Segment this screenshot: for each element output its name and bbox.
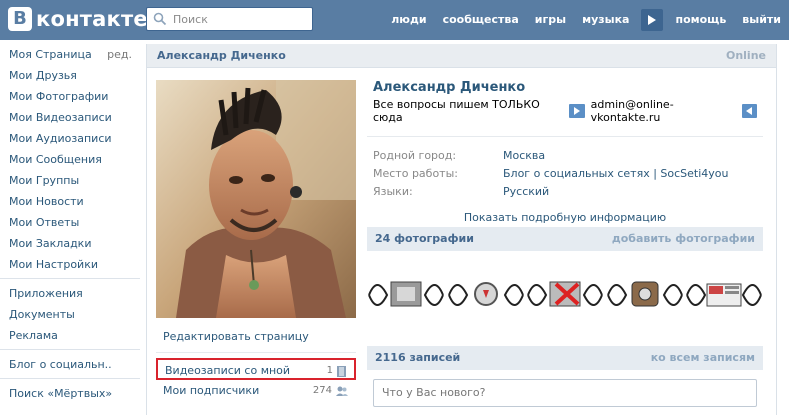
photos-strip	[367, 270, 763, 320]
info-row-work: Место работы: Блог о социальных сетях | …	[367, 165, 763, 183]
header-user-name: Александр Диченко	[157, 49, 286, 62]
nav-communities[interactable]: сообщества	[435, 0, 527, 40]
sidebar-item-answers[interactable]: Мои Ответы	[0, 212, 140, 233]
sidebar-item-videos[interactable]: Мои Видеозаписи	[0, 107, 140, 128]
nav-people[interactable]: люди	[383, 0, 434, 40]
all-posts-link[interactable]: ко всем записям	[651, 346, 755, 370]
sidebar-item-messages[interactable]: Мои Сообщения	[0, 149, 140, 170]
top-header: В контакте люди сообщества игры музыка п…	[0, 0, 789, 40]
sidebar-item-audio[interactable]: Мои Аудиозаписи	[0, 128, 140, 149]
subscribers-link[interactable]: Мои подписчики 274	[156, 380, 356, 402]
new-post-input[interactable]: Что у Вас нового?	[373, 379, 757, 407]
photo-thumbnail[interactable]	[526, 270, 604, 320]
sidebar-item-settings[interactable]: Мои Настройки	[0, 254, 140, 275]
sidebar-item-search-dead[interactable]: Поиск «Мёртвых»	[0, 383, 140, 404]
hometown-link[interactable]: Москва	[503, 147, 545, 165]
edit-page-link[interactable]: Редактировать страницу	[156, 326, 356, 348]
info-label: Место работы:	[373, 167, 458, 180]
subscribers-count-badge: 274	[313, 380, 348, 402]
sidebar-item-apps[interactable]: Приложения	[0, 283, 140, 304]
sidebar-divider	[0, 278, 140, 279]
profile-header-bar: Александр Диченко Online	[147, 44, 776, 68]
nav-games[interactable]: игры	[527, 0, 574, 40]
top-nav: люди сообщества игры музыка помощь выйти	[383, 0, 789, 40]
subscribers-count: 274	[312, 385, 332, 396]
sidebar-item-blog[interactable]: Блог о социальн..	[0, 354, 140, 375]
subscribers-label: Мои подписчики	[163, 384, 260, 397]
profile-actions: Редактировать страницу Видеозаписи со мн…	[156, 326, 356, 402]
info-divider	[367, 136, 763, 137]
sidebar-item-ads[interactable]: Реклама	[0, 325, 140, 346]
online-status: Online	[725, 49, 766, 62]
nav-help[interactable]: помощь	[667, 0, 734, 40]
photo-thumbnail[interactable]	[446, 270, 525, 320]
vk-logo[interactable]: В контакте	[8, 7, 148, 31]
photos-count-link[interactable]: 24 фотографии	[375, 227, 474, 251]
profile-avatar[interactable]	[156, 80, 356, 318]
profile-full-name: Александр Диченко	[373, 80, 526, 95]
info-row-hometown: Родной город: Москва	[367, 147, 763, 165]
add-photos-link[interactable]: добавить фотографии	[612, 227, 755, 251]
videos-count-badge: 1	[327, 360, 346, 382]
left-sidebar: Моя Страница ред. Мои Друзья Мои Фотогра…	[0, 44, 140, 404]
nav-logout[interactable]: выйти	[734, 0, 789, 40]
wall-block-header: 2116 записей ко всем записям	[367, 346, 763, 370]
sidebar-item-friends[interactable]: Мои Друзья	[0, 65, 140, 86]
photo-thumbnail[interactable]	[605, 270, 684, 320]
videos-with-me-label: Видеозаписи со мной	[165, 364, 291, 377]
sidebar-item-label: Моя Страница	[9, 48, 92, 61]
arrow-left-icon	[741, 104, 757, 118]
languages-link[interactable]: Русский	[503, 183, 549, 201]
sidebar-item-photos[interactable]: Мои Фотографии	[0, 86, 140, 107]
search-input[interactable]	[173, 12, 303, 26]
sidebar-divider	[0, 349, 140, 350]
sidebar-divider	[0, 378, 140, 379]
logo-text: контакте	[36, 7, 148, 31]
profile-panel: Александр Диченко Online Редактировать с…	[146, 44, 777, 415]
status-text: Все вопросы пишем ТОЛЬКО сюда	[373, 98, 540, 124]
sidebar-item-news[interactable]: Мои Новости	[0, 191, 140, 212]
divider	[156, 352, 356, 353]
info-label: Языки:	[373, 185, 413, 198]
search-box[interactable]	[146, 7, 313, 31]
profile-status: Все вопросы пишем ТОЛЬКО сюда admin@onli…	[373, 98, 763, 124]
sidebar-item-documents[interactable]: Документы	[0, 304, 140, 325]
arrow-right-icon	[569, 104, 585, 118]
videos-count: 1	[326, 365, 333, 376]
play-music-button[interactable]	[641, 9, 664, 31]
edit-link[interactable]: ред.	[107, 44, 132, 65]
profile-info: Александр Диченко Все вопросы пишем ТОЛЬ…	[367, 80, 763, 224]
sidebar-item-bookmarks[interactable]: Мои Закладки	[0, 233, 140, 254]
avatar-photo	[156, 80, 356, 318]
photos-block-header: 24 фотографии добавить фотографии	[367, 227, 763, 251]
photo-thumbnail[interactable]	[685, 270, 763, 320]
users-icon	[336, 386, 348, 396]
work-link[interactable]: Блог о социальных сетях | SocSeti4you	[503, 165, 729, 183]
logo-letter: В	[8, 7, 32, 31]
info-row-languages: Языки: Русский	[367, 183, 763, 201]
sidebar-item-groups[interactable]: Мои Группы	[0, 170, 140, 191]
wall-count-link[interactable]: 2116 записей	[375, 346, 460, 370]
play-icon	[648, 15, 657, 25]
film-icon	[337, 365, 346, 377]
status-email: admin@online-vkontakte.ru	[590, 98, 674, 124]
videos-with-me-link[interactable]: Видеозаписи со мной 1	[156, 358, 356, 380]
show-full-info-link[interactable]: Показать подробную информацию	[367, 211, 763, 224]
search-icon	[153, 12, 167, 26]
photo-thumbnail[interactable]	[367, 270, 445, 320]
nav-music[interactable]: музыка	[574, 0, 637, 40]
info-label: Родной город:	[373, 149, 457, 162]
sidebar-item-my-page[interactable]: Моя Страница ред.	[0, 44, 140, 65]
